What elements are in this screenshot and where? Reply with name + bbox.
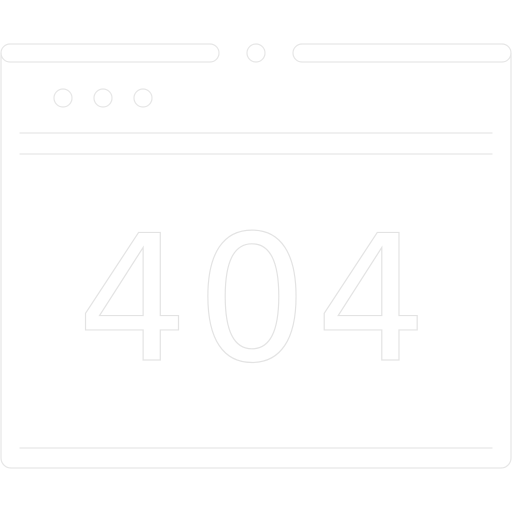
window-dot-icon (93, 88, 113, 108)
window-controls (53, 88, 153, 108)
error-code: 404 (77, 199, 435, 402)
window-dot-icon (53, 88, 73, 108)
title-bar-right (292, 43, 512, 63)
title-bar-left (0, 43, 220, 63)
browser-404-icon: 404 (0, 43, 512, 469)
window-dot-icon (133, 88, 153, 108)
title-bar-dot (246, 43, 266, 63)
